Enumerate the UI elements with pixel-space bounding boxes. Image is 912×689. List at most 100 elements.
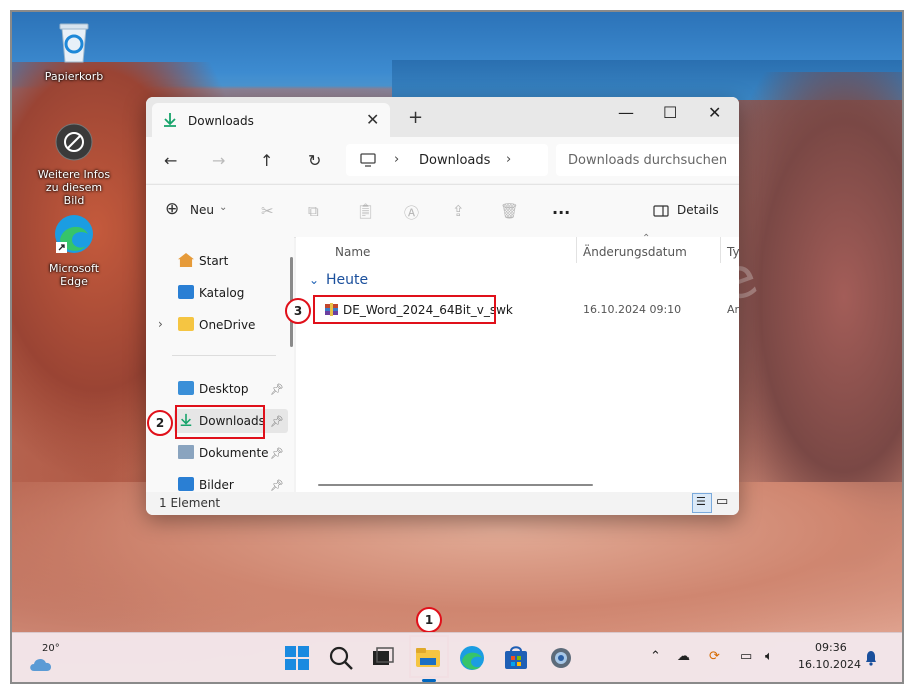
maximize-icon[interactable]: ☐ — [663, 103, 677, 122]
weather-temp: 20° — [42, 643, 60, 654]
taskbar: 20° ⌃ ☁ ⟳ ▭ 🔈︎ 09:36 16.10.2024 — [12, 632, 902, 682]
refresh-icon[interactable]: ↻ — [308, 151, 321, 170]
address-bar[interactable]: › Downloads › — [346, 144, 548, 176]
list-view-icon: ☰ — [696, 495, 706, 508]
navigation-bar: ← → ↑ ↻ › Downloads › Downloads durchsuc… — [146, 137, 739, 183]
tab-bar: Downloads ✕ + — ☐ ✕ — [146, 97, 739, 137]
up-icon[interactable]: ↑ — [260, 151, 273, 170]
edge-icon[interactable] — [459, 645, 485, 671]
callout-badge-3: 3 — [285, 298, 311, 324]
notification-bell-icon[interactable] — [864, 650, 878, 666]
sync-icon[interactable]: ⟳ — [709, 649, 720, 664]
desktop: Papierkorb Weitere Infos zu diesem Bild … — [10, 10, 904, 684]
callout-highlight-downloads — [175, 405, 265, 439]
file-date: 16.10.2024 09:10 — [583, 303, 682, 316]
copy-icon[interactable]: ⧉ — [308, 202, 319, 220]
minimize-icon[interactable]: — — [618, 103, 634, 122]
weather-widget[interactable]: 20° — [26, 643, 72, 677]
tab-downloads[interactable]: Downloads ✕ — [152, 103, 390, 137]
details-button[interactable]: Details — [677, 203, 719, 217]
close-window-icon[interactable]: ✕ — [708, 103, 721, 122]
desktop-folder-icon — [178, 381, 194, 395]
column-header-name[interactable]: Name — [335, 245, 370, 259]
sidebar-label: Dokumente — [199, 446, 269, 460]
item-count: 1 Element — [159, 496, 221, 510]
search-icon[interactable] — [328, 645, 354, 671]
back-icon[interactable]: ← — [164, 151, 177, 170]
desktop-icon-label: Papierkorb — [44, 70, 104, 83]
sidebar-label: Start — [199, 254, 229, 268]
camera-info-icon — [55, 123, 93, 161]
weather-cloud-icon — [30, 658, 52, 671]
sidebar-item-documents[interactable]: Dokumente — [178, 441, 269, 465]
sidebar-label: Bilder — [199, 478, 234, 492]
search-placeholder: Downloads durchsuchen — [568, 153, 728, 168]
delete-icon[interactable]: 🗑︎ — [500, 202, 519, 220]
sidebar-divider — [172, 355, 276, 356]
callout-badge-2: 2 — [147, 410, 173, 436]
sidebar-item-desktop[interactable]: Desktop — [178, 377, 249, 401]
tiles-view-icon[interactable]: ▭ — [716, 494, 728, 509]
clock-date[interactable]: 16.10.2024 — [798, 658, 861, 671]
desktop-icon-recycle-bin[interactable]: Papierkorb — [34, 20, 114, 83]
pin-icon[interactable]: 📌︎ — [270, 383, 284, 396]
rename-icon[interactable]: Ⓐ — [404, 202, 419, 223]
forward-icon[interactable]: → — [212, 151, 225, 170]
download-icon — [164, 113, 176, 127]
new-tab-icon[interactable]: + — [408, 107, 423, 128]
pin-icon[interactable]: 📌︎ — [270, 415, 284, 428]
desktop-icon-label: Microsoft Edge — [48, 262, 100, 288]
show-hidden-icons-chevron-icon[interactable]: ⌃ — [650, 649, 661, 664]
desktop-icon-label: Weitere Infos zu diesem Bild — [37, 168, 111, 207]
plus-circle-icon[interactable]: ⊕ — [165, 199, 179, 219]
desktop-icon-spotlight[interactable]: Weitere Infos zu diesem Bild — [34, 122, 114, 207]
expand-chevron-icon[interactable]: › — [158, 317, 163, 331]
chevron-right-icon[interactable]: › — [506, 152, 511, 167]
breadcrumb[interactable]: Downloads — [419, 153, 490, 168]
new-button[interactable]: Neu — [190, 203, 214, 217]
more-options-button[interactable]: ... — [552, 199, 570, 218]
sort-arrow-icon: ⌃ — [642, 233, 651, 244]
sidebar-item-onedrive[interactable]: OneDrive — [178, 313, 255, 337]
chevron-right-icon: › — [394, 152, 400, 167]
recycle-bin-icon — [59, 23, 89, 63]
details-pane-icon[interactable] — [653, 205, 669, 217]
details-view-button[interactable]: ☰ — [692, 493, 712, 513]
clock-time[interactable]: 09:36 — [815, 641, 847, 654]
cut-icon[interactable]: ✂ — [261, 202, 274, 220]
chevron-down-icon[interactable]: ⌄ — [309, 273, 319, 287]
chevron-down-icon[interactable]: ⌄ — [219, 202, 227, 213]
pin-icon[interactable]: 📌︎ — [270, 447, 284, 460]
column-divider[interactable] — [720, 237, 721, 263]
task-view-icon[interactable] — [370, 645, 396, 671]
status-bar: 1 Element ☰ ▭ — [146, 492, 739, 515]
settings-gear-icon[interactable] — [548, 645, 574, 671]
horizontal-scrollbar[interactable] — [318, 484, 593, 486]
file-explorer-icon[interactable] — [415, 645, 441, 671]
sidebar-item-gallery[interactable]: Katalog — [178, 281, 244, 305]
sidebar-item-start[interactable]: Start — [178, 249, 228, 273]
close-tab-icon[interactable]: ✕ — [366, 110, 379, 129]
edge-icon — [55, 215, 93, 253]
column-header-date[interactable]: Änderungsdatum — [583, 245, 687, 259]
cloud-offline-icon[interactable]: ☁ — [677, 649, 690, 664]
volume-icon[interactable]: 🔈︎ — [765, 649, 773, 664]
gallery-icon — [178, 285, 194, 299]
callout-badge-1: 1 — [416, 607, 442, 633]
navigation-pane: Start Katalog › OneDrive Desktop 📌︎ Down… — [146, 237, 294, 492]
paste-icon[interactable]: 📋︎ — [356, 202, 375, 220]
pin-icon[interactable]: 📌︎ — [270, 479, 284, 492]
group-header[interactable]: Heute — [326, 272, 368, 288]
file-type: Ar — [727, 303, 739, 316]
file-list: Name ⌃ Änderungsdatum Ty ⌄ Heute DE_Word… — [296, 233, 739, 492]
home-icon — [178, 253, 194, 267]
network-icon[interactable]: ▭ — [740, 649, 752, 664]
search-input[interactable]: Downloads durchsuchen — [556, 144, 739, 176]
windows-start-icon[interactable] — [284, 645, 310, 671]
column-header-type[interactable]: Ty — [727, 245, 739, 259]
desktop-icon-edge[interactable]: Microsoft Edge — [34, 212, 114, 288]
column-divider[interactable] — [576, 237, 577, 263]
share-icon[interactable]: ⇪ — [452, 202, 465, 220]
store-icon[interactable] — [503, 645, 529, 671]
folder-icon — [178, 317, 194, 331]
